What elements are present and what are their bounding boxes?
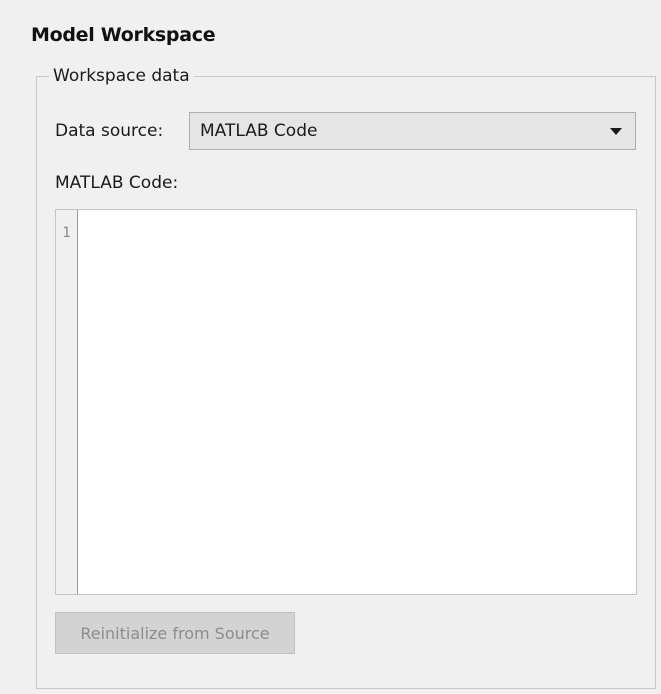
code-text-area[interactable] <box>78 210 636 594</box>
panel-title: Model Workspace <box>31 24 216 46</box>
workspace-data-group-label: Workspace data <box>49 66 194 86</box>
line-number-gutter: 1 <box>56 210 78 594</box>
data-source-selected-value: MATLAB Code <box>200 121 318 141</box>
matlab-code-editor[interactable]: 1 <box>55 209 637 595</box>
chevron-down-icon[interactable] <box>610 128 622 135</box>
reinitialize-from-source-button[interactable]: Reinitialize from Source <box>55 612 295 654</box>
data-source-dropdown[interactable]: MATLAB Code <box>189 112 636 150</box>
data-source-label: Data source: <box>55 121 164 141</box>
model-workspace-panel: Model Workspace Workspace data Data sour… <box>0 0 661 694</box>
matlab-code-label: MATLAB Code: <box>55 173 179 193</box>
line-number: 1 <box>62 225 71 241</box>
